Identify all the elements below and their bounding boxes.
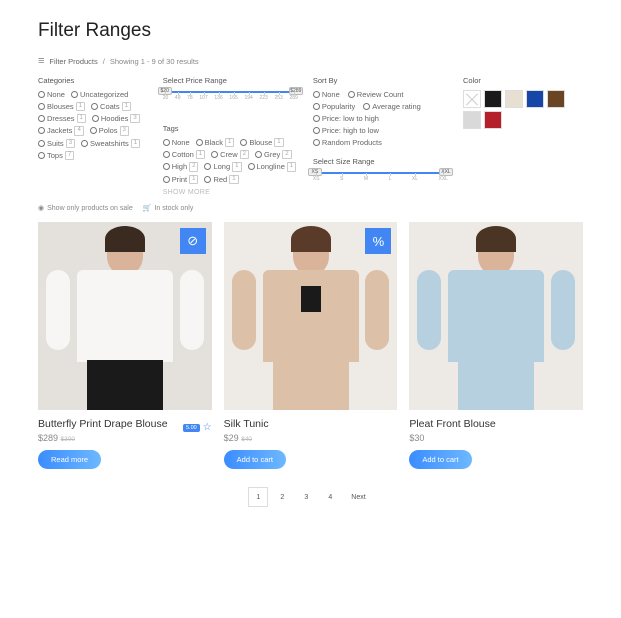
cart-icon: 🛒 <box>143 204 152 212</box>
sale-badge: % <box>365 228 391 254</box>
category-option[interactable]: Jackets4 <box>38 126 84 135</box>
breadcrumb-sep: / <box>103 57 105 66</box>
tags-heading: Tags <box>163 124 298 133</box>
color-swatch[interactable] <box>547 90 565 108</box>
category-option[interactable]: Suits3 <box>38 139 75 148</box>
next-page[interactable]: Next <box>344 487 372 507</box>
category-option[interactable]: Tops7 <box>38 151 74 160</box>
price-slider[interactable]: $20 $289 204978107136165194223253289 <box>163 90 298 116</box>
sort-option[interactable]: Price: low to high <box>313 114 379 123</box>
sale-only-toggle[interactable]: ◉Show only products on sale <box>38 204 133 212</box>
color-swatch[interactable] <box>505 90 523 108</box>
tag-icon: ◉ <box>38 204 44 212</box>
color-swatch[interactable] <box>463 111 481 129</box>
tag-option[interactable]: High2 <box>163 162 199 171</box>
results-count: Showing 1 - 9 of 30 results <box>110 57 199 66</box>
product-price: $30 <box>409 433 583 443</box>
category-option[interactable]: Sweatshirts1 <box>81 139 140 148</box>
filter-icon[interactable]: ≡ <box>38 56 44 67</box>
star-icon: ☆ <box>203 422 212 433</box>
sort-option[interactable]: Average rating <box>363 102 421 111</box>
product-image[interactable] <box>409 222 583 410</box>
page-title: Filter Ranges <box>38 20 583 42</box>
color-swatch[interactable] <box>463 90 481 108</box>
product-title[interactable]: Silk Tunic <box>224 418 398 430</box>
category-option[interactable]: Uncategorized <box>71 90 128 99</box>
add-to-cart-button[interactable]: Add to cart <box>224 450 286 469</box>
categories-heading: Categories <box>38 76 148 85</box>
sort-heading: Sort By <box>313 76 448 85</box>
size-heading: Select Size Range <box>313 157 448 166</box>
product-title[interactable]: Pleat Front Blouse <box>409 418 583 430</box>
page-4[interactable]: 4 <box>320 487 340 507</box>
soldout-badge: ⊘ <box>180 228 206 254</box>
category-option[interactable]: Blouses1 <box>38 102 85 111</box>
size-max-handle[interactable]: XXL <box>439 168 453 176</box>
in-stock-toggle[interactable]: 🛒In stock only <box>143 204 194 212</box>
tag-option[interactable]: Grey2 <box>255 150 292 159</box>
color-heading: Color <box>463 76 583 85</box>
price-heading: Select Price Range <box>163 76 298 85</box>
show-more-link[interactable]: SHOW MORE <box>163 189 298 196</box>
read-more-button[interactable]: Read more <box>38 450 101 469</box>
page-1[interactable]: 1 <box>248 487 268 507</box>
category-option[interactable]: Dresses1 <box>38 114 86 123</box>
product-card: % Silk Tunic $29 $40 Add to cart <box>224 222 398 469</box>
sort-option[interactable]: Random Products <box>313 138 382 147</box>
price-max-handle[interactable]: $289 <box>289 87 303 95</box>
product-card: Pleat Front Blouse $30 Add to cart <box>409 222 583 469</box>
filter-products-link[interactable]: Filter Products <box>49 57 97 66</box>
product-rating: 5.00☆ <box>183 422 212 433</box>
color-swatch[interactable] <box>526 90 544 108</box>
sort-option[interactable]: Price: high to low <box>313 126 379 135</box>
size-min-handle[interactable]: XS <box>308 168 322 176</box>
breadcrumb: ≡ Filter Products / Showing 1 - 9 of 30 … <box>38 56 583 67</box>
product-image[interactable]: % <box>224 222 398 410</box>
color-swatch[interactable] <box>484 111 502 129</box>
product-price: $29 $40 <box>224 433 398 443</box>
color-swatch[interactable] <box>484 90 502 108</box>
tag-option[interactable]: Long1 <box>204 162 241 171</box>
category-option[interactable]: Hoodies3 <box>92 114 140 123</box>
tag-option[interactable]: Print1 <box>163 175 199 184</box>
page-3[interactable]: 3 <box>296 487 316 507</box>
product-image[interactable]: ⊘ <box>38 222 212 410</box>
product-card: ⊘Butterfly Print Drape Blouse$289 $3005.… <box>38 222 212 469</box>
sort-option[interactable]: Popularity <box>313 102 355 111</box>
page-2[interactable]: 2 <box>272 487 292 507</box>
category-option[interactable]: Coats1 <box>91 102 131 111</box>
sort-option[interactable]: None <box>313 90 340 99</box>
tag-option[interactable]: Cotton1 <box>163 150 205 159</box>
tag-option[interactable]: Blouse1 <box>240 138 283 147</box>
category-option[interactable]: None <box>38 90 65 99</box>
tag-option[interactable]: Crew2 <box>211 150 249 159</box>
add-to-cart-button[interactable]: Add to cart <box>409 450 471 469</box>
sort-option[interactable]: Review Count <box>348 90 404 99</box>
product-price: $289 $300 <box>38 433 212 443</box>
size-slider[interactable]: XS XXL XSSMLXLXXL <box>313 171 448 197</box>
category-option[interactable]: Polos3 <box>90 126 129 135</box>
tag-option[interactable]: None <box>163 138 190 147</box>
tag-option[interactable]: Red1 <box>204 175 238 184</box>
tag-option[interactable]: Longline1 <box>248 162 297 171</box>
tag-option[interactable]: Black1 <box>196 138 235 147</box>
